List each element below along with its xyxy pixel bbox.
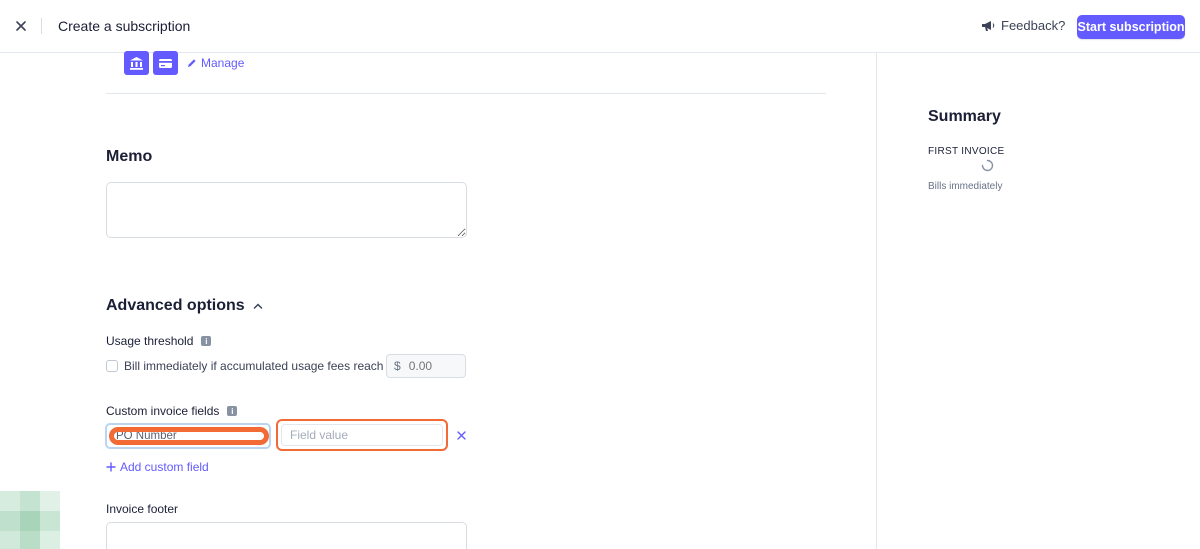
info-icon[interactable]: i — [201, 336, 212, 346]
section-divider — [106, 93, 826, 94]
usage-threshold-input[interactable] — [408, 359, 459, 373]
currency-symbol: $ — [394, 359, 401, 373]
feedback-label: Feedback? — [1001, 18, 1066, 33]
manage-payment-link[interactable]: Manage — [187, 56, 244, 70]
summary-heading: Summary — [928, 108, 1001, 125]
card-payment-button[interactable] — [153, 51, 178, 75]
pencil-icon — [188, 59, 196, 67]
advanced-options-heading: Advanced options — [106, 297, 245, 314]
card-icon — [159, 58, 172, 68]
bills-immediately-label: Bills immediately — [928, 181, 1003, 192]
custom-field-value-input[interactable] — [281, 424, 443, 446]
info-icon[interactable]: i — [227, 406, 238, 416]
usage-threshold-amount[interactable]: $ — [386, 354, 466, 378]
custom-field-value-wrapper — [276, 419, 448, 451]
custom-fields-label: Custom invoice fields — [106, 404, 220, 418]
custom-field-name-input[interactable]: PO Number — [105, 423, 271, 449]
memo-heading: Memo — [106, 148, 153, 165]
close-button[interactable] — [12, 17, 30, 35]
feedback-button[interactable]: Feedback? — [981, 18, 1065, 33]
advanced-options-toggle[interactable]: Advanced options — [106, 297, 263, 315]
remove-custom-field-button[interactable] — [455, 429, 467, 441]
custom-fields-label-row: Custom invoice fields i — [106, 404, 238, 418]
add-custom-field-label: Add custom field — [120, 460, 209, 474]
bill-immediately-label: Bill immediately if accumulated usage fe… — [124, 359, 384, 373]
plus-icon — [106, 462, 116, 472]
manage-label: Manage — [201, 56, 245, 70]
bill-immediately-checkbox[interactable] — [106, 360, 118, 372]
invoice-footer-label: Invoice footer — [106, 502, 179, 516]
usage-threshold-label-row: Usage threshold i — [106, 334, 212, 348]
add-custom-field-button[interactable]: Add custom field — [106, 460, 209, 474]
loading-spinner-icon — [981, 159, 994, 172]
invoice-footer-textarea[interactable] — [106, 522, 467, 549]
chevron-up-icon — [253, 303, 262, 309]
close-icon — [16, 21, 26, 31]
header-divider — [41, 18, 42, 34]
memo-textarea[interactable] — [106, 182, 467, 238]
summary-panel: Summary FIRST INVOICE Bills immediately — [876, 53, 1200, 549]
megaphone-icon — [982, 21, 995, 31]
start-subscription-button[interactable]: Start subscription — [1077, 15, 1185, 39]
usage-threshold-label: Usage threshold — [106, 334, 194, 348]
page-header: Create a subscription Feedback? Start su… — [0, 0, 1200, 53]
close-icon — [456, 430, 466, 440]
bank-payment-button[interactable] — [124, 51, 149, 75]
highlight-annotation — [109, 427, 269, 445]
first-invoice-label: FIRST INVOICE — [928, 146, 1005, 157]
bank-icon — [130, 56, 143, 70]
decorative-mosaic — [0, 491, 60, 549]
page-title: Create a subscription — [58, 18, 191, 34]
